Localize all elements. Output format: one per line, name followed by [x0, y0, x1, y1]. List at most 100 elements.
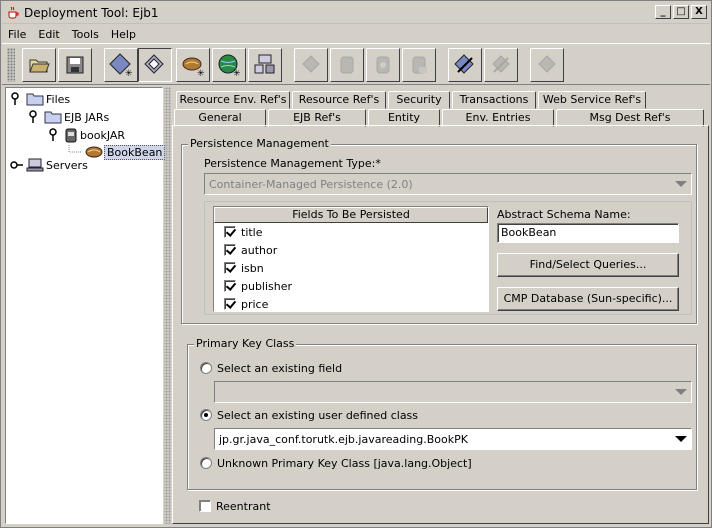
verify-jar-icon	[376, 56, 390, 74]
menu-file[interactable]: File	[2, 28, 32, 41]
jar-icon	[65, 128, 77, 143]
verify-button[interactable]	[366, 48, 400, 82]
field-publisher-checkbox[interactable]	[224, 280, 236, 292]
toolbar-grip[interactable]	[7, 48, 15, 82]
server-computer-icon	[26, 158, 44, 172]
new-client-button[interactable]	[248, 48, 282, 82]
remove-icon	[538, 55, 556, 73]
tree-label-servers: Servers	[46, 158, 88, 172]
persistence-type-label: Persistence Management Type:*	[204, 157, 381, 170]
dropdown-arrow-icon	[675, 181, 687, 187]
tree-node-servers[interactable]: Servers	[10, 156, 90, 174]
existing-field-radio[interactable]	[200, 362, 212, 374]
remove-button[interactable]	[530, 48, 564, 82]
user-class-value: jp.gr.java_conf.torutk.ejb.javareading.B…	[219, 432, 468, 446]
panel-splitter[interactable]	[164, 87, 171, 524]
deploy-button[interactable]	[294, 48, 328, 82]
menu-help[interactable]: Help	[105, 28, 142, 41]
abstract-schema-input[interactable]: BookBean	[497, 223, 679, 243]
fields-table-header[interactable]: Fields To Be Persisted	[214, 207, 488, 223]
tree-label-files: Files	[46, 92, 71, 106]
menu-tools[interactable]: Tools	[66, 28, 105, 41]
new-ejb-icon	[144, 54, 164, 74]
new-bean-button[interactable]: ✳	[176, 48, 210, 82]
user-class-label: Select an existing user defined class	[217, 408, 419, 422]
user-class-radio[interactable]	[200, 409, 212, 421]
tree-node-files[interactable]: Files	[10, 90, 72, 108]
cmp-database-button[interactable]: CMP Database (Sun-specific)...	[497, 287, 679, 311]
field-row-publisher[interactable]: publisher	[214, 277, 488, 295]
tab-security[interactable]: Security	[388, 91, 450, 109]
option-existing-field[interactable]: Select an existing field	[200, 360, 342, 376]
update-button[interactable]	[448, 48, 482, 82]
new-web-button[interactable]: ✳	[212, 48, 246, 82]
title-bar: Deployment Tool: Ejb1 _ □ X	[2, 2, 710, 24]
folder-icon	[26, 93, 44, 106]
deploy-icon	[302, 55, 320, 73]
persistence-type-select[interactable]: Container-Managed Persistence (2.0)	[204, 173, 692, 195]
window-title: Deployment Tool: Ejb1	[24, 5, 159, 20]
minimize-button[interactable]: _	[655, 5, 671, 19]
primary-key-group-title: Primary Key Class	[194, 337, 297, 350]
abstract-schema-label: Abstract Schema Name:	[497, 208, 631, 221]
undeploy-icon	[492, 55, 510, 73]
field-row-author[interactable]: author	[214, 241, 488, 259]
new-application-button[interactable]: ✳	[104, 48, 138, 82]
field-isbn-checkbox[interactable]	[224, 262, 236, 274]
field-title-checkbox[interactable]	[224, 226, 236, 238]
field-row-isbn[interactable]: isbn	[214, 259, 488, 277]
tree-label-ejb-jars: EJB JARs	[64, 110, 110, 124]
field-row-title[interactable]: title	[214, 223, 488, 241]
dropdown-arrow-icon	[675, 436, 687, 442]
close-button[interactable]: X	[691, 5, 707, 19]
window-controls: _ □ X	[655, 5, 707, 19]
persistence-type-value: Container-Managed Persistence (2.0)	[209, 177, 413, 191]
reentrant-checkbox[interactable]	[199, 500, 211, 512]
option-user-defined-class[interactable]: Select an existing user defined class	[200, 407, 418, 423]
svg-text:✳: ✳	[233, 69, 241, 78]
existing-field-label: Select an existing field	[217, 361, 343, 375]
undeploy-button[interactable]	[484, 48, 518, 82]
tree-node-ejb-jars[interactable]: EJB JARs	[28, 108, 111, 126]
unknown-pk-radio[interactable]	[200, 457, 212, 469]
option-unknown-pk[interactable]: Unknown Primary Key Class [java.lang.Obj…	[200, 455, 472, 471]
server-jar-button[interactable]	[402, 48, 436, 82]
field-author-checkbox[interactable]	[224, 244, 236, 256]
save-button[interactable]	[58, 48, 92, 82]
tab-resource-env-refs[interactable]: Resource Env. Ref's	[176, 91, 290, 109]
tree-label-bookbean: BookBean	[104, 144, 166, 160]
new-ejb-button[interactable]	[138, 48, 172, 82]
jar-button[interactable]	[330, 48, 364, 82]
collapsed-handle-icon	[10, 161, 23, 169]
navigation-tree: Files EJB JARs bookJAR BookBean Servers	[5, 87, 166, 524]
field-title-label: title	[241, 225, 263, 239]
tab-resource-refs[interactable]: Resource Ref's	[292, 91, 386, 109]
primary-key-group: Primary Key Class Select an existing fie…	[187, 337, 697, 490]
tree-node-bookjar[interactable]: bookJAR	[48, 126, 127, 144]
new-application-icon: ✳	[109, 53, 133, 78]
field-publisher-label: publisher	[241, 279, 293, 293]
existing-field-select[interactable]	[214, 381, 692, 403]
fields-table: Fields To Be Persisted title author isbn	[213, 206, 489, 312]
field-author-label: author	[241, 243, 278, 257]
folder-icon	[44, 111, 62, 124]
svg-text:✳: ✳	[125, 69, 133, 78]
toolbar: ✳ ✳ ✳	[2, 43, 710, 85]
reentrant-option[interactable]: Reentrant	[199, 498, 271, 514]
dropdown-arrow-icon	[675, 389, 687, 395]
find-select-queries-button[interactable]: Find/Select Queries...	[497, 253, 679, 277]
open-button[interactable]	[22, 48, 56, 82]
persistence-group-title: Persistence Management	[188, 137, 331, 150]
update-arrow-icon	[454, 54, 474, 74]
user-class-select[interactable]: jp.gr.java_conf.torutk.ejb.javareading.B…	[214, 428, 692, 450]
field-price-label: price	[241, 297, 269, 311]
expand-handle-icon	[11, 92, 19, 105]
tab-web-service-refs[interactable]: Web Service Ref's	[538, 91, 646, 109]
tab-transactions[interactable]: Transactions	[452, 91, 536, 109]
unknown-pk-label: Unknown Primary Key Class [java.lang.Obj…	[217, 456, 472, 470]
field-price-checkbox[interactable]	[224, 298, 236, 310]
maximize-button[interactable]: □	[673, 5, 689, 19]
menu-edit[interactable]: Edit	[32, 28, 65, 41]
field-row-price[interactable]: price	[214, 295, 488, 313]
expand-handle-icon	[29, 110, 37, 123]
